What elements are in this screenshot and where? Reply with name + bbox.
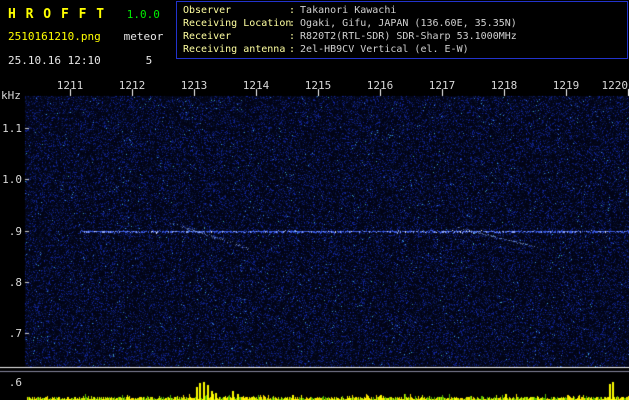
app-title: H R O F F T	[8, 7, 106, 22]
info-row-location: Receiving Location: Ogaki, Gifu, JAPAN (1…	[183, 17, 627, 30]
antenna-label: Receiving antenna	[183, 44, 286, 55]
info-row-antenna: Receiving antenna:2el-HB9CV Vertical (el…	[183, 43, 627, 56]
location-value: Ogaki, Gifu, JAPAN (136.60E, 35.35N)	[300, 18, 517, 29]
freq-axis-label-0-9: .9	[8, 225, 22, 238]
separator: :	[289, 31, 296, 42]
time-axis-label-1217: 1217	[428, 79, 456, 92]
time-axis-label-1218: 1218	[490, 79, 518, 92]
app-version: 1.0.0	[126, 8, 160, 21]
separator: :	[289, 44, 296, 55]
time-axis-label-1216: 1216	[366, 79, 394, 92]
antenna-value: 2el-HB9CV Vertical (el. E-W)	[300, 44, 469, 55]
meteor-count: 5	[145, 54, 153, 67]
info-row-observer: Observer: Takanori Kawachi	[183, 4, 627, 17]
hrofft-window: H R O F F T 1.0.0 2510161210.png meteor …	[0, 0, 629, 400]
observer-label: Observer	[183, 5, 232, 16]
freq-axis-label-0-7: .7	[8, 327, 22, 340]
header-left: H R O F F T 1.0.0 2510161210.png meteor …	[8, 3, 163, 68]
observer-info-panel: Observer: Takanori Kawachi Receiving Loca…	[176, 1, 628, 59]
time-axis-label-1215: 1215	[304, 79, 332, 92]
receiver-value: R820T2(RTL-SDR) SDR-Sharp 53.1000MHz	[300, 31, 517, 42]
freq-axis-label-1-1: 1.1	[2, 122, 22, 135]
time-axis-label-1219: 1219	[552, 79, 580, 92]
khz-unit-label: kHz	[1, 89, 21, 102]
time-axis-label-1213: 1213	[180, 79, 208, 92]
separator: :	[289, 18, 296, 29]
receiver-label: Receiver	[183, 31, 232, 42]
time-axis-label-1220: 1220	[601, 79, 629, 92]
timestamp: 25.10.16 12:10	[8, 54, 101, 67]
freq-axis-label-0-8: .8	[8, 276, 22, 289]
freq-axis-label-1-0: 1.0	[2, 173, 22, 186]
freq-axis-label-0-6: .6	[8, 376, 22, 389]
time-axis-label-1212: 1212	[118, 79, 146, 92]
info-row-receiver: Receiver: R820T2(RTL-SDR) SDR-Sharp 53.10…	[183, 30, 627, 43]
location-label: Receiving Location	[183, 18, 292, 29]
observer-value: Takanori Kawachi	[300, 5, 397, 16]
mode-label: meteor	[123, 30, 164, 43]
separator: :	[289, 5, 296, 16]
time-axis-label-1214: 1214	[242, 79, 270, 92]
time-axis-label-1211: 1211	[56, 79, 84, 92]
output-filename: 2510161210.png	[8, 30, 101, 43]
